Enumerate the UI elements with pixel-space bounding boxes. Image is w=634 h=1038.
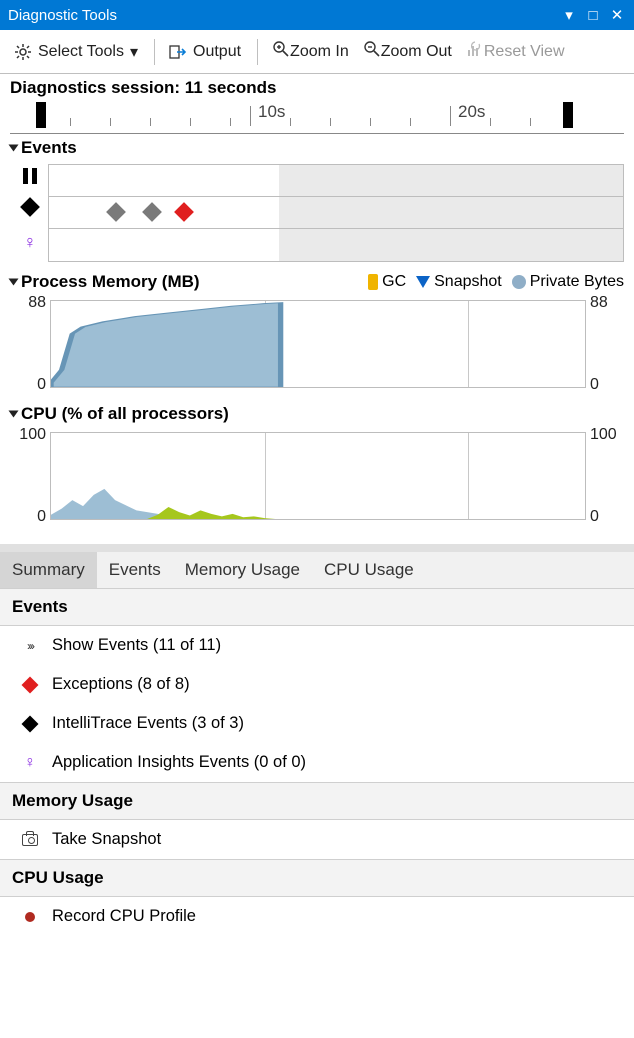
exception-diamond-icon: [18, 679, 42, 691]
tab-cpu-usage[interactable]: CPU Usage: [312, 552, 426, 588]
memory-legend: GC Snapshot Private Bytes: [368, 273, 624, 291]
intellitrace-diamond-icon: [17, 200, 43, 217]
pause-icon[interactable]: [17, 168, 43, 187]
cpu-y-axis-right: 100 0: [590, 426, 624, 526]
chevron-down-icon: ▾: [130, 42, 138, 62]
take-snapshot-label: Take Snapshot: [52, 830, 161, 849]
intellitrace-link[interactable]: IntelliTrace Events (3 of 3): [0, 704, 634, 743]
memory-y-axis-right: 88 0: [590, 294, 624, 394]
toolbar: Select Tools ▾ Output Zoom In Zoom Out R…: [0, 30, 634, 74]
select-tools-button[interactable]: Select Tools ▾: [8, 38, 144, 66]
appinsights-label: Application Insights Events (0 of 0): [52, 753, 306, 772]
zoom-in-button[interactable]: Zoom In: [266, 38, 355, 66]
gc-marker-icon: [368, 274, 378, 290]
record-cpu-label: Record CPU Profile: [52, 907, 196, 926]
cpu-chart-box: [50, 432, 586, 520]
maximize-icon[interactable]: □: [584, 7, 602, 24]
intellitrace-diamond-icon: [18, 718, 42, 730]
zoom-out-label: Zoom Out: [381, 43, 452, 61]
private-bytes-marker-icon: [512, 275, 526, 289]
cpu-section-title: CPU (% of all processors): [21, 404, 229, 424]
timeline-range-start-handle[interactable]: [36, 102, 46, 128]
timeline-range-end-handle[interactable]: [563, 102, 573, 128]
snapshot-marker-icon: [416, 276, 430, 288]
dropdown-icon[interactable]: ▾: [560, 6, 578, 24]
summary-events-header: Events: [0, 588, 634, 626]
exceptions-label: Exceptions (8 of 8): [52, 675, 190, 694]
summary-cpu-header: CPU Usage: [0, 859, 634, 897]
output-label: Output: [193, 43, 241, 61]
toolbar-separator: [154, 39, 155, 65]
tab-memory-usage[interactable]: Memory Usage: [173, 552, 312, 588]
appinsights-link[interactable]: ♀ Application Insights Events (0 of 0): [0, 743, 634, 782]
memory-chart-box: [50, 300, 586, 388]
output-icon: [169, 43, 187, 61]
window-titlebar: Diagnostic Tools ▾ □ ✕: [0, 0, 634, 30]
lightbulb-icon: ♀: [18, 754, 42, 772]
select-tools-label: Select Tools: [38, 43, 124, 61]
collapse-toggle-icon: [9, 411, 19, 418]
cpu-section-header[interactable]: CPU (% of all processors): [10, 402, 624, 426]
memory-section-header[interactable]: Process Memory (MB) GC Snapshot Private …: [10, 270, 624, 294]
zoom-in-icon: [272, 40, 290, 63]
cpu-chart[interactable]: 100 0 100 0: [50, 428, 586, 524]
memory-section-title: Process Memory (MB): [21, 272, 200, 292]
timeline-ruler[interactable]: 10s 20s: [10, 100, 624, 134]
output-button[interactable]: Output: [163, 38, 247, 66]
zoom-out-button[interactable]: Zoom Out: [357, 38, 458, 66]
reset-view-button[interactable]: Reset View: [460, 38, 571, 66]
cpu-y-axis-left: 100 0: [10, 426, 46, 526]
show-events-label: Show Events (11 of 11): [52, 636, 221, 655]
window-title: Diagnostic Tools: [8, 7, 554, 24]
exceptions-link[interactable]: Exceptions (8 of 8): [0, 665, 634, 704]
events-row-break: [49, 165, 623, 197]
tab-summary[interactable]: Summary: [0, 552, 97, 588]
close-icon[interactable]: ✕: [608, 6, 626, 24]
event-marker-icon[interactable]: [174, 202, 194, 222]
reset-view-label: Reset View: [484, 43, 565, 61]
reset-view-icon: [466, 40, 484, 63]
events-section-title: Events: [21, 138, 77, 158]
detail-tabs: Summary Events Memory Usage CPU Usage: [0, 552, 634, 588]
show-events-link[interactable]: ››› Show Events (11 of 11): [0, 626, 634, 665]
toolbar-separator: [257, 39, 258, 65]
cpu-section: CPU (% of all processors) 100 0 100 0: [0, 400, 634, 524]
zoom-out-icon: [363, 40, 381, 63]
session-duration-label: Diagnostics session: 11 seconds: [0, 74, 634, 100]
tab-events[interactable]: Events: [97, 552, 173, 588]
events-row-appinsights: ♀: [49, 229, 623, 261]
events-timeline: ♀: [48, 164, 624, 262]
record-cpu-link[interactable]: Record CPU Profile: [0, 897, 634, 936]
take-snapshot-link[interactable]: Take Snapshot: [0, 820, 634, 859]
events-section-header[interactable]: Events: [10, 136, 624, 160]
ruler-label: 20s: [458, 102, 485, 122]
chevrons-icon: ›››: [18, 639, 42, 653]
memory-y-axis-left: 88 0: [10, 294, 46, 394]
intellitrace-label: IntelliTrace Events (3 of 3): [52, 714, 244, 733]
details-panel: Summary Events Memory Usage CPU Usage Ev…: [0, 544, 634, 976]
event-marker-icon[interactable]: [106, 202, 126, 222]
ruler-label: 10s: [258, 102, 285, 122]
memory-chart[interactable]: 88 0 88 0: [50, 296, 586, 392]
collapse-toggle-icon: [9, 279, 19, 286]
events-section: Events ♀: [0, 134, 634, 262]
record-icon: [18, 912, 42, 922]
zoom-in-label: Zoom In: [290, 43, 349, 61]
memory-section: Process Memory (MB) GC Snapshot Private …: [0, 268, 634, 392]
events-row-exceptions: [49, 197, 623, 229]
lightbulb-icon: ♀: [17, 232, 43, 253]
summary-panel: Events ››› Show Events (11 of 11) Except…: [0, 588, 634, 976]
camera-icon: [18, 834, 42, 846]
summary-memory-header: Memory Usage: [0, 782, 634, 820]
gear-icon: [14, 43, 32, 61]
collapse-toggle-icon: [9, 145, 19, 152]
event-marker-icon[interactable]: [142, 202, 162, 222]
